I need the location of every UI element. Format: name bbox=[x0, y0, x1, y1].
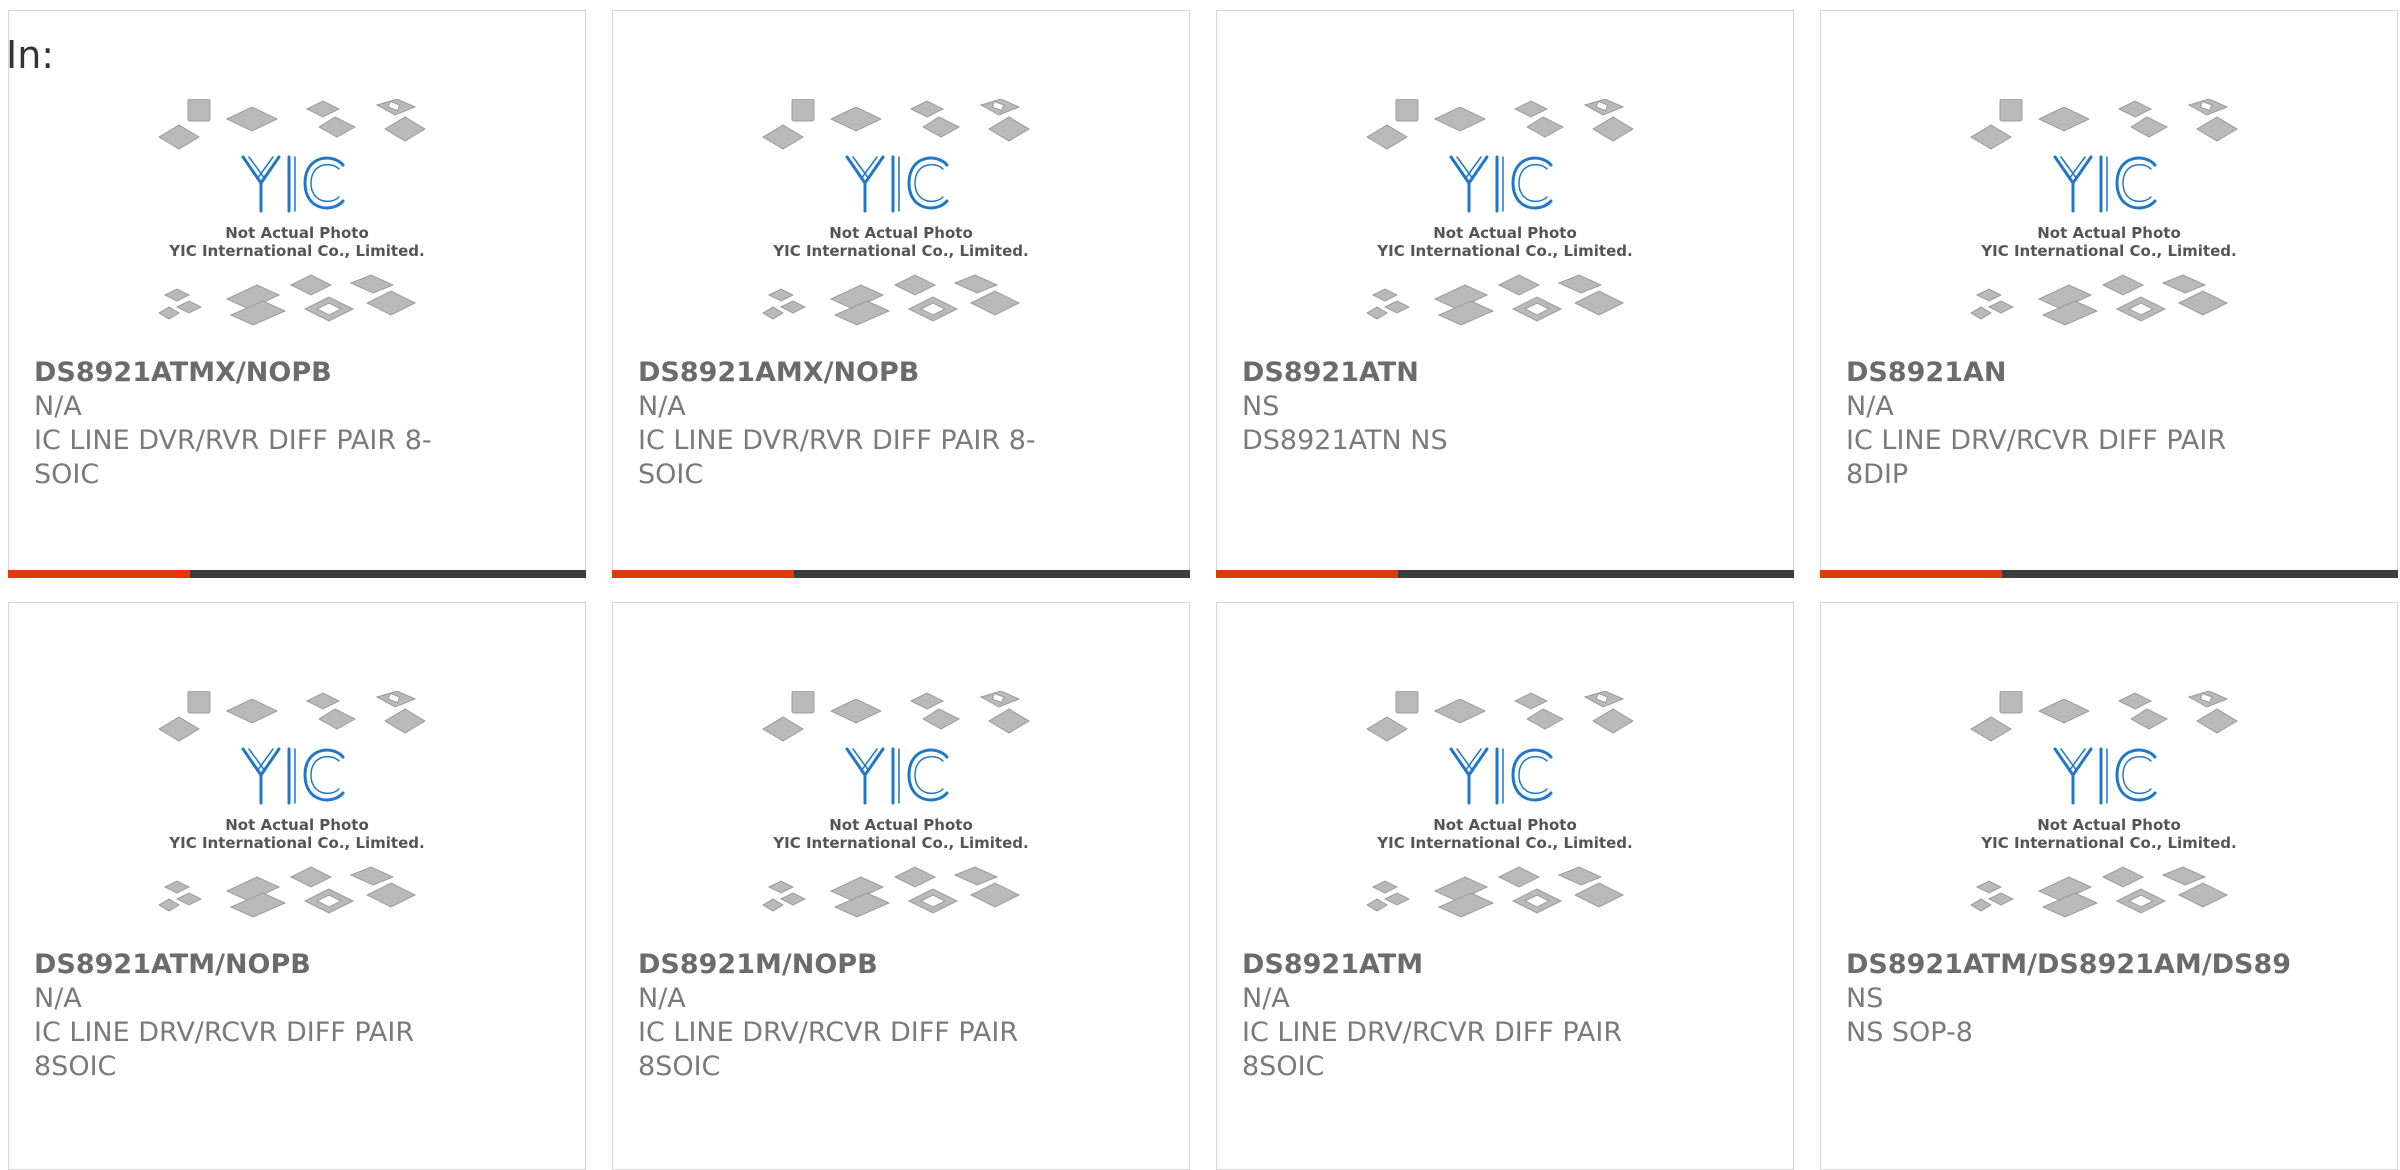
product-image[interactable]: Not Actual Photo YIC International Co., … bbox=[613, 691, 1189, 943]
product-info: DS8921M/NOPB N/A IC LINE DRV/RCVR DIFF P… bbox=[638, 948, 1058, 1084]
description: IC LINE DRV/RCVR DIFF PAIR 8SOIC bbox=[638, 1017, 1019, 1082]
part-number[interactable]: DS8921ATM bbox=[1242, 948, 1662, 982]
description: IC LINE DRV/RCVR DIFF PAIR 8SOIC bbox=[34, 1017, 415, 1082]
placeholder-caption-line1: Not Actual Photo bbox=[829, 816, 973, 834]
card-bottom-bar bbox=[1216, 570, 1794, 578]
description: IC LINE DVR/RVR DIFF PAIR 8-SOIC bbox=[638, 425, 1036, 490]
part-number[interactable]: DS8921ATN bbox=[1242, 356, 1662, 390]
placeholder-caption-line2: YIC International Co., Limited. bbox=[168, 834, 424, 852]
placeholder-caption-line1: Not Actual Photo bbox=[2037, 816, 2181, 834]
product-card[interactable]: Not Actual Photo YIC International Co., … bbox=[612, 602, 1190, 1170]
card-accent-bar bbox=[612, 570, 794, 578]
manufacturer: NS bbox=[1846, 983, 1884, 1014]
manufacturer: N/A bbox=[638, 391, 686, 422]
placeholder-caption-line2: YIC International Co., Limited. bbox=[1376, 834, 1632, 852]
part-number[interactable]: DS8921AN bbox=[1846, 356, 2266, 390]
part-number[interactable]: DS8921AMX/NOPB bbox=[638, 356, 1058, 390]
description: IC LINE DRV/RCVR DIFF PAIR 8SOIC bbox=[1242, 1017, 1623, 1082]
product-image[interactable]: Not Actual Photo YIC International Co., … bbox=[1217, 691, 1793, 943]
manufacturer: N/A bbox=[1846, 391, 1894, 422]
placeholder-image-icon: Not Actual Photo YIC International Co., … bbox=[158, 691, 426, 918]
placeholder-caption-line1: Not Actual Photo bbox=[225, 816, 369, 834]
card-accent-bar bbox=[1820, 570, 2002, 578]
part-number[interactable]: DS8921ATM/NOPB bbox=[34, 948, 454, 982]
part-number[interactable]: DS8921ATMX/NOPB bbox=[34, 356, 454, 390]
placeholder-image-icon: Not Actual Photo YIC International Co., … bbox=[1366, 99, 1634, 326]
product-image[interactable]: Not Actual Photo YIC International Co., … bbox=[9, 99, 585, 351]
product-info: DS8921ATN NS DS8921ATN NS bbox=[1242, 356, 1662, 458]
description: DS8921ATN NS bbox=[1242, 425, 1448, 456]
placeholder-caption-line1: Not Actual Photo bbox=[829, 224, 973, 242]
placeholder-caption-line1: Not Actual Photo bbox=[1433, 224, 1577, 242]
placeholder-caption-line2: YIC International Co., Limited. bbox=[1980, 242, 2236, 260]
card-accent-bar bbox=[1216, 570, 1398, 578]
product-image[interactable]: Not Actual Photo YIC International Co., … bbox=[1217, 99, 1793, 351]
placeholder-image-icon: Not Actual Photo YIC International Co., … bbox=[1970, 99, 2238, 326]
placeholder-caption-line1: Not Actual Photo bbox=[1433, 816, 1577, 834]
product-card[interactable]: Not Actual Photo YIC International Co., … bbox=[1820, 602, 2398, 1170]
product-info: DS8921ATM/NOPB N/A IC LINE DRV/RCVR DIFF… bbox=[34, 948, 454, 1084]
placeholder-image-icon: Not Actual Photo YIC International Co., … bbox=[158, 99, 426, 326]
manufacturer: N/A bbox=[34, 391, 82, 422]
manufacturer: N/A bbox=[638, 983, 686, 1014]
placeholder-caption-line2: YIC International Co., Limited. bbox=[1980, 834, 2236, 852]
placeholder-caption-line2: YIC International Co., Limited. bbox=[772, 834, 1028, 852]
card-bottom-bar bbox=[8, 570, 586, 578]
product-image[interactable]: Not Actual Photo YIC International Co., … bbox=[1821, 99, 2397, 351]
placeholder-caption-line2: YIC International Co., Limited. bbox=[168, 242, 424, 260]
manufacturer: NS bbox=[1242, 391, 1280, 422]
placeholder-image-icon: Not Actual Photo YIC International Co., … bbox=[1970, 691, 2238, 918]
manufacturer: N/A bbox=[1242, 983, 1290, 1014]
product-info: DS8921ATM/DS8921AM/DS89 NS NS SOP-8 bbox=[1846, 948, 2291, 1050]
manufacturer: N/A bbox=[34, 983, 82, 1014]
placeholder-caption-line2: YIC International Co., Limited. bbox=[772, 242, 1028, 260]
part-number[interactable]: DS8921M/NOPB bbox=[638, 948, 1058, 982]
description: IC LINE DRV/RCVR DIFF PAIR 8DIP bbox=[1846, 425, 2227, 490]
product-info: DS8921ATMX/NOPB N/A IC LINE DVR/RVR DIFF… bbox=[34, 356, 454, 492]
placeholder-caption-line2: YIC International Co., Limited. bbox=[1376, 242, 1632, 260]
product-card[interactable]: Not Actual Photo YIC International Co., … bbox=[1216, 10, 1794, 578]
card-accent-bar bbox=[8, 570, 190, 578]
product-image[interactable]: Not Actual Photo YIC International Co., … bbox=[9, 691, 585, 943]
card-bottom-bar bbox=[612, 570, 1190, 578]
product-grid: Not Actual Photo YIC International Co., … bbox=[8, 10, 2398, 1170]
product-image[interactable]: Not Actual Photo YIC International Co., … bbox=[1821, 691, 2397, 943]
product-card[interactable]: Not Actual Photo YIC International Co., … bbox=[1216, 602, 1794, 1170]
placeholder-image-icon: Not Actual Photo YIC International Co., … bbox=[1366, 691, 1634, 918]
product-info: DS8921AMX/NOPB N/A IC LINE DVR/RVR DIFF … bbox=[638, 356, 1058, 492]
product-image[interactable]: Not Actual Photo YIC International Co., … bbox=[613, 99, 1189, 351]
description: NS SOP-8 bbox=[1846, 1017, 1973, 1048]
placeholder-caption-line1: Not Actual Photo bbox=[225, 224, 369, 242]
description: IC LINE DVR/RVR DIFF PAIR 8-SOIC bbox=[34, 425, 432, 490]
product-card[interactable]: Not Actual Photo YIC International Co., … bbox=[612, 10, 1190, 578]
product-info: DS8921AN N/A IC LINE DRV/RCVR DIFF PAIR … bbox=[1846, 356, 2266, 492]
card-bottom-bar bbox=[1820, 570, 2398, 578]
placeholder-image-icon: Not Actual Photo YIC International Co., … bbox=[762, 99, 1030, 326]
product-card[interactable]: Not Actual Photo YIC International Co., … bbox=[1820, 10, 2398, 578]
part-number[interactable]: DS8921ATM/DS8921AM/DS89 bbox=[1846, 948, 2291, 982]
placeholder-caption-line1: Not Actual Photo bbox=[2037, 224, 2181, 242]
product-card[interactable]: Not Actual Photo YIC International Co., … bbox=[8, 602, 586, 1170]
placeholder-image-icon: Not Actual Photo YIC International Co., … bbox=[762, 691, 1030, 918]
product-card[interactable]: Not Actual Photo YIC International Co., … bbox=[8, 10, 586, 578]
page-heading: In: bbox=[6, 33, 55, 77]
product-info: DS8921ATM N/A IC LINE DRV/RCVR DIFF PAIR… bbox=[1242, 948, 1662, 1084]
